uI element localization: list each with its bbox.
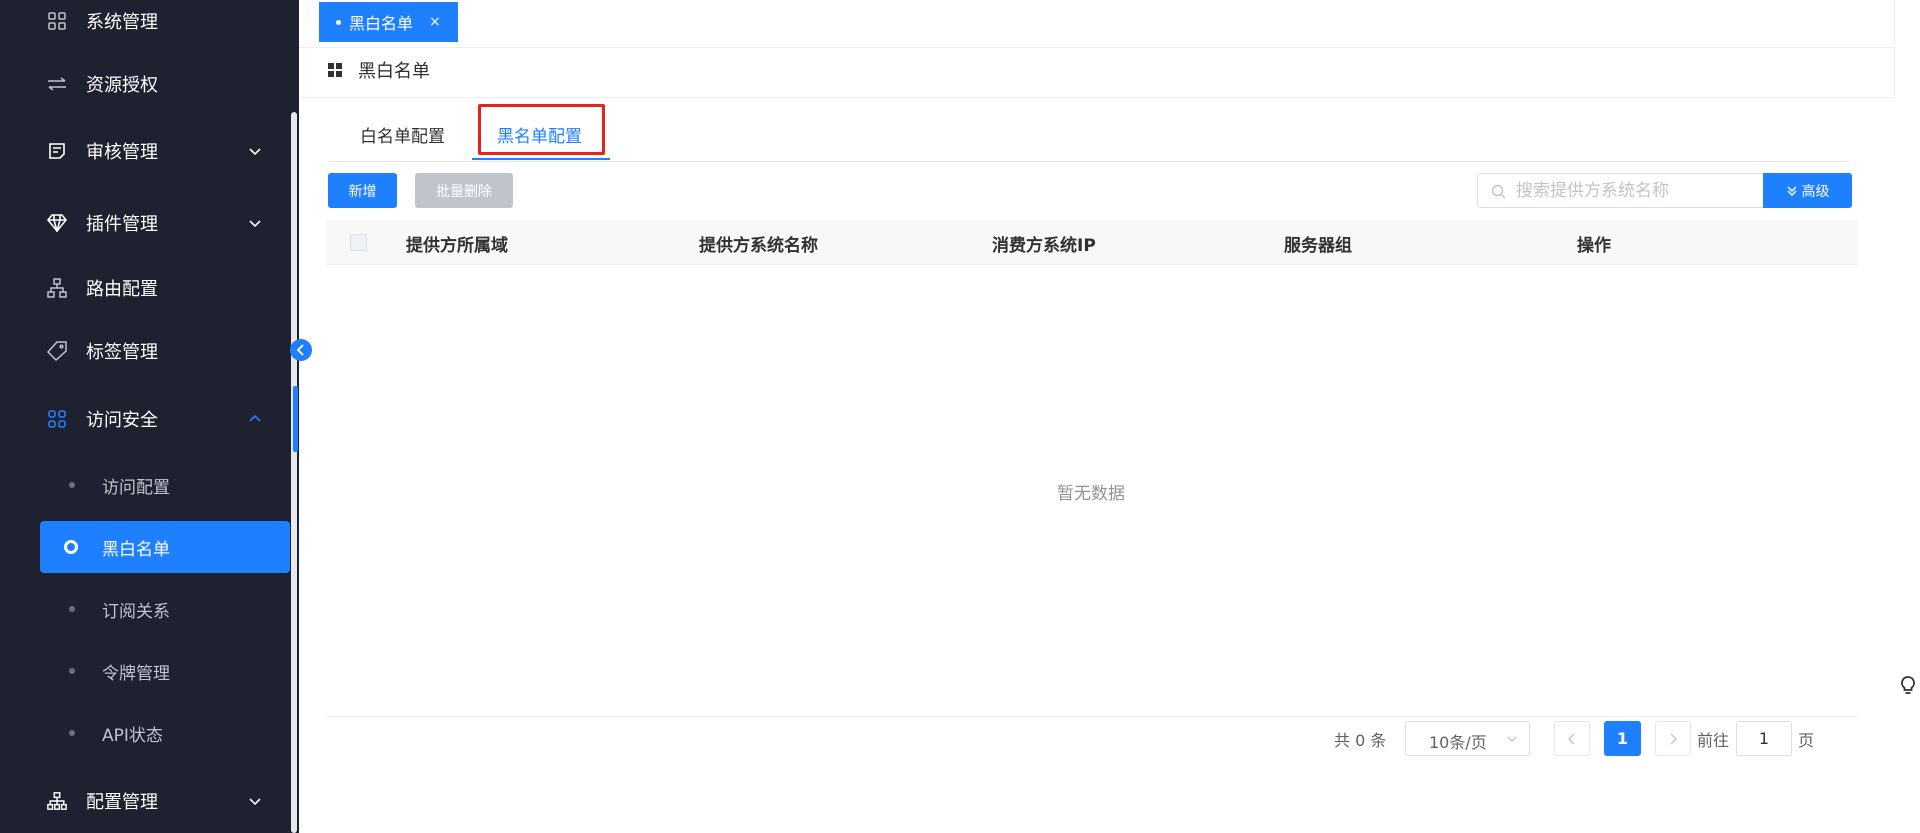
sidebar: 系统管理 资源授权 审核管理 插件管理 路由配置 标签管理 访问安全 访问配置 … <box>0 0 299 833</box>
sidebar-subitem-subscriptions[interactable]: 订阅关系 <box>40 583 290 635</box>
org-icon <box>47 791 67 811</box>
sidebar-subitem-api-status[interactable]: API状态 <box>40 707 290 759</box>
sidebar-subitem-label: 访问配置 <box>102 477 170 498</box>
divider <box>1894 0 1895 98</box>
chevron-down-icon <box>249 148 261 156</box>
chevron-right-icon <box>1670 733 1677 744</box>
apps-icon <box>47 409 67 429</box>
pagination-total: 共 0 条 <box>1334 731 1387 750</box>
column-header[interactable]: 服务器组 <box>1284 231 1352 256</box>
collapse-sidebar-button[interactable] <box>290 339 312 361</box>
column-header[interactable]: 操作 <box>1577 231 1611 256</box>
sidebar-item-label: 路由配置 <box>86 279 158 300</box>
chevron-left-icon <box>296 344 304 356</box>
sidebar-item-label: 资源授权 <box>86 75 158 96</box>
sidebar-subitem-blacklist-whitelist[interactable]: 黑白名单 <box>40 521 290 573</box>
advanced-search-button[interactable]: 高级 <box>1763 173 1852 208</box>
divider <box>326 716 1858 717</box>
sidebar-item-label: 标签管理 <box>86 342 158 363</box>
bullet-icon <box>69 482 75 488</box>
grid-icon <box>47 11 67 31</box>
sidebar-item-route[interactable]: 路由配置 <box>0 268 290 308</box>
open-tab-label: 黑白名单 <box>349 14 414 33</box>
page-number-current[interactable]: 1 <box>1604 721 1641 756</box>
sidebar-item-label: 审核管理 <box>86 142 158 163</box>
sidebar-item-config[interactable]: 配置管理 <box>0 781 290 821</box>
bullet-icon <box>69 668 75 674</box>
batch-delete-button[interactable]: 批量删除 <box>415 173 513 208</box>
search-field <box>1477 173 1764 208</box>
sidebar-subitem-label: 黑白名单 <box>102 539 170 560</box>
column-header[interactable]: 提供方系统名称 <box>699 231 818 256</box>
sidebar-item-resource-auth[interactable]: 资源授权 <box>0 64 290 104</box>
goto-label: 前往 <box>1697 731 1730 750</box>
search-input[interactable] <box>1516 179 1751 203</box>
select-all-checkbox[interactable] <box>350 234 367 251</box>
sidebar-item-access-security[interactable]: 访问安全 <box>0 399 290 439</box>
sidebar-item-system[interactable]: 系统管理 <box>0 1 290 41</box>
chevron-down-icon <box>1507 736 1517 742</box>
active-tab-indicator <box>472 158 610 160</box>
page-size-value: 10条/页 <box>1429 733 1487 752</box>
tag-icon <box>47 341 67 361</box>
sidebar-scrollbar-thumb[interactable] <box>293 386 298 452</box>
page-header <box>299 48 1894 98</box>
highlight-box <box>478 104 605 155</box>
chevron-left-icon <box>1568 733 1575 744</box>
tab-whitelist-config[interactable]: 白名单配置 <box>360 122 445 147</box>
next-page-button[interactable] <box>1655 721 1691 756</box>
sidebar-item-label: 插件管理 <box>86 214 158 235</box>
open-tab-blacklist-whitelist[interactable]: 黑白名单 × <box>319 2 458 42</box>
advanced-label: 高级 <box>1801 183 1830 200</box>
add-button[interactable]: 新增 <box>328 173 397 208</box>
sidebar-item-label: 系统管理 <box>86 12 158 33</box>
search-icon <box>1491 184 1506 199</box>
diamond-icon <box>47 213 67 233</box>
page-title: 黑白名单 <box>358 61 430 82</box>
chevron-up-icon <box>249 414 261 422</box>
chevron-down-icon <box>249 798 261 806</box>
active-ring-icon <box>64 540 78 554</box>
sidebar-subitem-label: API状态 <box>102 725 163 746</box>
sidebar-subitem-access-config[interactable]: 访问配置 <box>40 459 290 511</box>
lightbulb-icon[interactable] <box>1901 676 1915 696</box>
close-icon[interactable]: × <box>429 14 441 30</box>
column-header[interactable]: 消费方系统IP <box>992 231 1096 256</box>
column-header[interactable]: 提供方所属域 <box>406 231 508 256</box>
goto-page-input[interactable] <box>1736 721 1792 756</box>
bullet-icon <box>69 606 75 612</box>
empty-text: 暂无数据 <box>1057 484 1125 504</box>
bullet-icon <box>69 730 75 736</box>
active-dot-icon <box>336 19 341 25</box>
page-suffix: 页 <box>1798 731 1815 750</box>
chevron-down-icon <box>249 220 261 228</box>
sidebar-subitem-label: 订阅关系 <box>102 601 170 622</box>
sidebar-item-label: 访问安全 <box>86 410 158 431</box>
sidebar-item-label: 配置管理 <box>86 792 158 813</box>
double-chevron-down-icon <box>1786 185 1797 196</box>
sidebar-subitem-label: 令牌管理 <box>102 663 170 684</box>
route-icon <box>47 278 67 298</box>
sidebar-item-audit[interactable]: 审核管理 <box>0 131 290 171</box>
page-size-select[interactable]: 10条/页 <box>1405 721 1530 756</box>
sidebar-scrollbar-track[interactable] <box>291 112 297 833</box>
tab-bar <box>299 0 1894 48</box>
transfer-icon <box>47 74 67 94</box>
table-header: 提供方所属域 提供方系统名称 消费方系统IP 服务器组 操作 <box>326 220 1858 265</box>
sidebar-item-plugins[interactable]: 插件管理 <box>0 203 290 243</box>
grid-icon <box>328 63 342 77</box>
sidebar-item-tags[interactable]: 标签管理 <box>0 331 290 371</box>
sidebar-subitem-tokens[interactable]: 令牌管理 <box>40 645 290 697</box>
prev-page-button[interactable] <box>1554 721 1590 756</box>
audit-icon <box>47 141 67 161</box>
